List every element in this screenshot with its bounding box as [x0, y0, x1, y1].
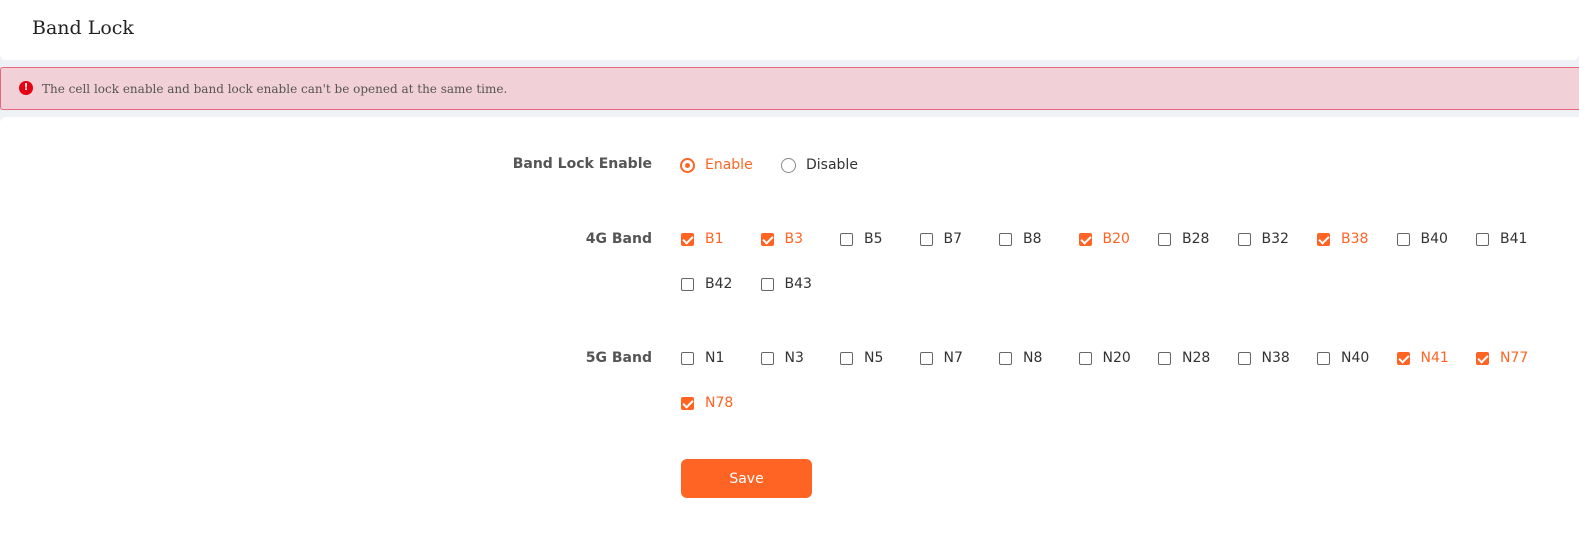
band-5g-checkbox-n5[interactable]: N5 — [840, 350, 883, 366]
band-5g-checkbox-box[interactable] — [1237, 351, 1251, 365]
band-4g-checkbox-label: B28 — [1182, 231, 1210, 247]
band-4g-checkbox-label: B20 — [1102, 231, 1130, 247]
band-4g-label: 4G Band — [585, 231, 652, 247]
band-5g-checkbox-box[interactable] — [1078, 351, 1092, 365]
band-5g-checkbox-box[interactable] — [1396, 351, 1410, 365]
band-5g-checkbox-label: N38 — [1261, 350, 1290, 366]
band-5g-checkbox-n7[interactable]: N7 — [919, 350, 963, 366]
band-5g-checkbox-box[interactable] — [840, 351, 853, 365]
band-4g-checkbox-box[interactable] — [760, 232, 774, 246]
band-5g-checkbox-box[interactable] — [999, 351, 1012, 365]
band-4g-checkbox-label: B1 — [705, 231, 724, 247]
page-header: Band Lock — [0, 0, 1579, 60]
radio-enable[interactable]: Enable — [680, 157, 753, 173]
band-4g-checkbox-label: B40 — [1420, 231, 1448, 247]
band-5g-checkbox-label: N7 — [943, 350, 963, 366]
band-4g-checkbox-box[interactable] — [1396, 232, 1410, 246]
radio-disable[interactable]: Disable — [781, 157, 858, 173]
radio-disable-label: Disable — [806, 157, 858, 173]
band-4g-checkbox-label: B7 — [943, 231, 963, 247]
band-5g-label: 5G Band — [585, 350, 652, 366]
band-5g-checkbox-label: N78 — [705, 395, 734, 411]
band-4g-checkbox-box[interactable] — [840, 232, 853, 246]
band-5g-checkbox-n3[interactable]: N3 — [760, 350, 804, 366]
band-5g-checkbox-n8[interactable]: N8 — [999, 350, 1042, 366]
band-5g-checkbox-n28[interactable]: N28 — [1158, 350, 1210, 366]
band-5g-checkbox-label: N8 — [1023, 350, 1043, 366]
band-5g-checkbox-box[interactable] — [681, 396, 694, 410]
band-4g-checkbox-box[interactable] — [1237, 232, 1251, 246]
band-4g-checkbox-b41[interactable]: B41 — [1476, 231, 1527, 247]
band-5g-checkbox-box[interactable] — [1476, 351, 1489, 365]
band-4g-checkbox-label: B41 — [1500, 231, 1528, 247]
band-5g-checkbox-n20[interactable]: N20 — [1078, 350, 1131, 366]
band-5g-checkbox-label: N40 — [1341, 350, 1370, 366]
band-4g-checkbox-label: B8 — [1023, 231, 1042, 247]
band-4g-checkbox-box[interactable] — [1476, 232, 1489, 246]
band-5g-checkbox-n77[interactable]: N77 — [1476, 350, 1528, 366]
radio-enable-label: Enable — [705, 157, 753, 173]
band-4g-checkbox-box[interactable] — [681, 232, 694, 246]
band-5g-checkbox-box[interactable] — [760, 351, 774, 365]
radio-disable-circle[interactable] — [781, 157, 796, 173]
band-4g-checkbox-label: B32 — [1261, 231, 1289, 247]
radio-enable-circle[interactable] — [680, 157, 695, 173]
band-4g-checkbox-box[interactable] — [681, 277, 694, 291]
band-4g-checkbox-b38[interactable]: B38 — [1317, 231, 1368, 247]
band-5g-checkbox-box[interactable] — [1158, 351, 1171, 365]
band-4g-checkbox-box[interactable] — [1158, 232, 1171, 246]
band-4g-checkbox-b3[interactable]: B3 — [760, 231, 804, 247]
band-5g-checkbox-label: N5 — [864, 350, 884, 366]
band-4g-checkbox-box[interactable] — [760, 277, 774, 291]
save-button[interactable]: Save — [681, 459, 812, 498]
band-5g-checkbox-label: N20 — [1102, 350, 1131, 366]
band-5g-checkbox-n40[interactable]: N40 — [1317, 350, 1369, 366]
band-4g-checkbox-label: B3 — [784, 231, 804, 247]
band-4g-checkbox-label: B43 — [784, 276, 812, 292]
band-4g-checkbox-box[interactable] — [1317, 232, 1330, 246]
band-4g-checkbox-b7[interactable]: B7 — [919, 231, 963, 247]
band-lock-enable-label: Band Lock Enable — [512, 156, 652, 172]
band-4g-checkbox-b40[interactable]: B40 — [1396, 231, 1448, 247]
band-5g-checkbox-box[interactable] — [681, 351, 694, 365]
band-5g-checkbox-label: N1 — [705, 350, 725, 366]
band-5g-checkbox-label: N41 — [1420, 350, 1449, 366]
band-5g-checkbox-label: N3 — [784, 350, 804, 366]
band-4g-checkbox-box[interactable] — [999, 232, 1012, 246]
band-5g-checkbox-n1[interactable]: N1 — [681, 350, 724, 366]
band-4g-checkbox-b1[interactable]: B1 — [681, 231, 724, 247]
band-5g-checkbox-label: N77 — [1500, 350, 1529, 366]
band-5g-checkbox-n78[interactable]: N78 — [681, 395, 733, 411]
band-4g-checkbox-label: B5 — [864, 231, 883, 247]
band-4g-checkbox-b20[interactable]: B20 — [1078, 231, 1130, 247]
band-5g-checkbox-n41[interactable]: N41 — [1396, 350, 1449, 366]
error-icon: ! — [19, 81, 33, 95]
band-5g-checkbox-n38[interactable]: N38 — [1237, 350, 1290, 366]
band-4g-checkbox-box[interactable] — [1078, 232, 1092, 246]
band-4g-checkbox-b8[interactable]: B8 — [999, 231, 1042, 247]
band-4g-checkbox-b5[interactable]: B5 — [840, 231, 883, 247]
band-4g-checkbox-b43[interactable]: B43 — [760, 276, 812, 292]
alert-banner: ! The cell lock enable and band lock ena… — [0, 67, 1579, 110]
band-4g-checkbox-b28[interactable]: B28 — [1158, 231, 1209, 247]
alert-text: The cell lock enable and band lock enabl… — [42, 82, 508, 96]
band-4g-checkbox-label: B42 — [705, 276, 733, 292]
band-5g-checkbox-label: N28 — [1182, 350, 1211, 366]
band-4g-checkbox-label: B38 — [1341, 231, 1369, 247]
page-title: Band Lock — [32, 17, 134, 39]
band-4g-checkbox-b32[interactable]: B32 — [1237, 231, 1289, 247]
band-4g-checkbox-b42[interactable]: B42 — [681, 276, 732, 292]
band-5g-checkbox-box[interactable] — [1317, 351, 1330, 365]
band-4g-checkbox-box[interactable] — [919, 232, 933, 246]
band-5g-checkbox-box[interactable] — [919, 351, 933, 365]
